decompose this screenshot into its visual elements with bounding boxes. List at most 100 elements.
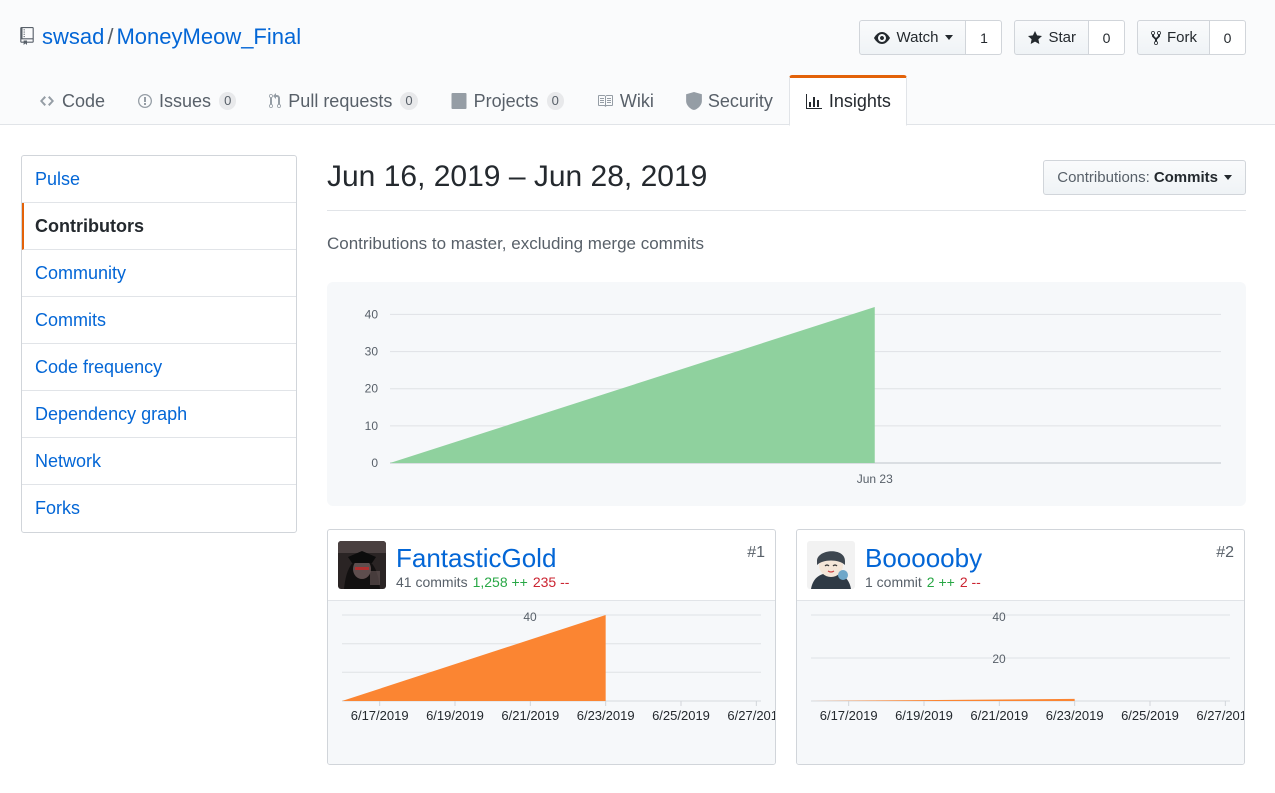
sidebar-item-community[interactable]: Community (22, 250, 296, 297)
x-tick-label: 6/19/2019 (895, 708, 953, 723)
tab-wiki[interactable]: Wiki (580, 75, 670, 125)
book-icon (597, 95, 613, 107)
fork-label: Fork (1167, 29, 1197, 46)
contributor-card: FantasticGold 41 commits 1,258 ++ 235 -- #… (327, 529, 776, 765)
contributor-chart-svg: 40 6/17/2019 6/19/2019 6/21/2019 6/23/2019 6/… (342, 610, 776, 723)
repo-header: swsad / MoneyMeow_Final Watch 1 Star 0 For… (0, 0, 1275, 126)
y-tick-label: 20 (992, 652, 1006, 666)
tab-issues-label: Issues (159, 90, 212, 111)
contributor-chart[interactable]: 40 6/17/2019 6/19/2019 6/21/2019 6/23/2019 6/… (328, 601, 776, 764)
code-icon (40, 96, 54, 106)
contributions-subtitle: Contributions to master, excluding merge… (327, 234, 704, 253)
chevron-down-icon (1224, 175, 1232, 180)
avatar[interactable] (807, 541, 855, 589)
commits-chart[interactable]: 0 10 20 30 40 Jun 23 (327, 282, 1246, 506)
repo-separator: / (107, 24, 114, 49)
repo-nav: Code Issues 0 Pull requests 0 Projects 0… (22, 75, 907, 126)
fork-button[interactable]: Fork (1137, 20, 1210, 55)
y-tick-label: 40 (523, 610, 537, 624)
sidebar-item-commits[interactable]: Commits (22, 297, 296, 344)
sidebar-item-forks[interactable]: Forks (22, 485, 296, 532)
star-count[interactable]: 0 (1089, 20, 1125, 55)
tab-code-label: Code (62, 90, 106, 111)
sidebar-item-network[interactable]: Network (22, 438, 296, 485)
issue-icon (138, 94, 153, 108)
watch-button[interactable]: Watch (858, 20, 967, 55)
repo-title: swsad / MoneyMeow_Final (20, 24, 301, 50)
contributions-select-value: Commits (1153, 169, 1218, 186)
watch-label: Watch (896, 29, 939, 46)
contributor-chart-svg: 20 40 6/17/2019 6/19/2019 6/21/2019 6/23/2019… (811, 610, 1245, 723)
sidebar-item-dependency-graph[interactable]: Dependency graph (22, 391, 296, 438)
fork-group: Fork 0 (1137, 20, 1246, 55)
y-tick-label: 40 (992, 610, 1006, 624)
insights-sidebar: Pulse Contributors Community Commits Cod… (21, 155, 297, 533)
watch-count[interactable]: 1 (966, 20, 1003, 55)
deletions-count: 2 -- (959, 574, 981, 590)
repo-actions: Watch 1 Star 0 Fork 0 (858, 20, 1246, 55)
deletions-count: 235 -- (532, 574, 570, 590)
tab-pull-requests[interactable]: Pull requests 0 (252, 75, 433, 125)
eye-icon (873, 31, 890, 44)
contributor-card-header: Boooooby 1 commit 2 ++ 2 -- #2 (797, 530, 1244, 601)
sidebar-item-contributors[interactable]: Contributors (22, 203, 296, 250)
x-tick-label: 6/21/2019 (501, 708, 559, 723)
additions-count: 2 ++ (926, 574, 955, 590)
x-tick-label: 6/27/2019 (727, 708, 776, 723)
y-tick-label: 10 (365, 419, 379, 433)
x-tick-label: 6/27/2019 (1196, 708, 1245, 723)
contributions-select[interactable]: Contributions: Commits (1043, 160, 1246, 195)
contributions-select-prefix: Contributions: (1057, 169, 1150, 186)
contributor-card: Boooooby 1 commit 2 ++ 2 -- #2 20 40 6/17/20… (796, 529, 1245, 765)
shield-icon (685, 92, 702, 110)
contributor-name-link[interactable]: Boooooby (865, 543, 982, 574)
tab-projects-label: Projects (473, 90, 539, 111)
issues-count: 0 (219, 92, 237, 110)
contributor-chart[interactable]: 20 40 6/17/2019 6/19/2019 6/21/2019 6/23/2019… (797, 601, 1245, 764)
x-tick-label: 6/17/2019 (820, 708, 878, 723)
tab-insights[interactable]: Insights (788, 75, 907, 126)
chevron-down-icon (945, 35, 954, 40)
repo-name-link[interactable]: MoneyMeow_Final (116, 24, 301, 49)
tab-projects[interactable]: Projects 0 (434, 75, 580, 125)
date-range-title: Jun 16, 2019 – Jun 28, 2019 (327, 160, 708, 193)
commit-count-link[interactable]: 1 commit (865, 574, 922, 590)
contributor-rank: #1 (747, 544, 765, 561)
watch-group: Watch 1 (858, 20, 1003, 55)
additions-count: 1,258 ++ (472, 574, 528, 590)
tab-issues[interactable]: Issues 0 (121, 75, 252, 125)
commit-count-link[interactable]: 41 commits (396, 574, 468, 590)
sidebar-item-code-frequency[interactable]: Code frequency (22, 344, 296, 391)
x-tick-label: 6/21/2019 (970, 708, 1028, 723)
series-area (342, 615, 606, 701)
x-tick-label: 6/25/2019 (1121, 708, 1179, 723)
contributor-stats: 41 commits 1,258 ++ 235 -- (396, 574, 569, 590)
tab-security[interactable]: Security (670, 75, 789, 125)
y-tick-label: 0 (371, 456, 378, 470)
graph-icon (805, 93, 822, 109)
x-tick-label: 6/23/2019 (1046, 708, 1104, 723)
y-tick-label: 40 (365, 307, 379, 321)
tab-code[interactable]: Code (22, 75, 121, 125)
tab-security-label: Security (707, 90, 773, 111)
tab-pull-requests-label: Pull requests (288, 90, 393, 111)
avatar[interactable] (338, 541, 386, 589)
projects-count: 0 (546, 92, 564, 110)
x-tick-label: 6/25/2019 (652, 708, 710, 723)
contributor-name-link[interactable]: FantasticGold (396, 543, 556, 574)
star-label: Star (1048, 29, 1076, 46)
y-tick-label: 20 (365, 382, 379, 396)
contributor-stats: 1 commit 2 ++ 2 -- (865, 574, 981, 590)
divider (327, 210, 1246, 211)
sidebar-item-pulse[interactable]: Pulse (22, 156, 296, 203)
star-button[interactable]: Star (1014, 20, 1089, 55)
x-tick-label: 6/17/2019 (351, 708, 409, 723)
fork-count[interactable]: 0 (1210, 20, 1246, 55)
repo-owner-link[interactable]: swsad (42, 24, 104, 49)
x-tick-label: 6/19/2019 (426, 708, 484, 723)
x-tick-label: Jun 23 (857, 472, 893, 486)
pull-requests-count: 0 (400, 92, 418, 110)
tab-insights-label: Insights (828, 91, 891, 111)
star-icon (1028, 30, 1043, 44)
repo-icon (20, 27, 34, 45)
